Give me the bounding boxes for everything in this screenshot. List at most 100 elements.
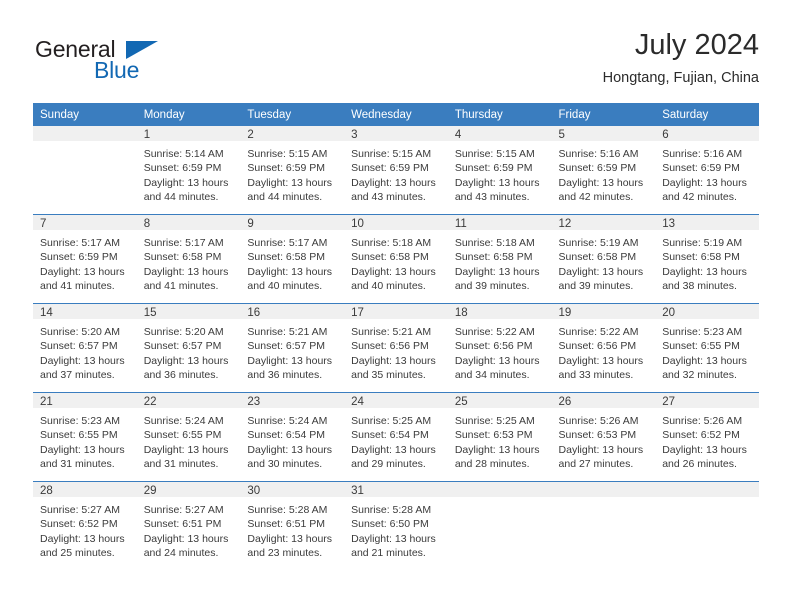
- calendar-day-cell[interactable]: 1 Sunrise: 5:14 AM Sunset: 6:59 PM Daylight…: [136, 126, 241, 215]
- day-details: Sunrise: 5:20 AM Sunset: 6:57 PM Daylight:…: [33, 319, 137, 383]
- day-detail-daylight-line1: Daylight: 13 hours: [351, 354, 436, 367]
- weekday-header-tuesday: Tuesday: [240, 103, 345, 126]
- day-details: Sunrise: 5:28 AM Sunset: 6:51 PM Daylight:…: [240, 497, 344, 561]
- page-header: General Blue July 2024 Hongtang, Fujian,…: [33, 28, 759, 94]
- day-detail-sunset: Sunset: 6:58 PM: [247, 251, 326, 264]
- calendar-day-cell[interactable]: 28 Sunrise: 5:27 AM Sunset: 6:52 PM Dayligh…: [33, 481, 137, 570]
- day-number: 31: [344, 482, 448, 497]
- calendar-day-cell[interactable]: 15 Sunrise: 5:20 AM Sunset: 6:57 PM Dayligh…: [136, 303, 241, 393]
- calendar-day-cell[interactable]: 19 Sunrise: 5:22 AM Sunset: 6:56 PM Dayligh…: [551, 303, 656, 393]
- day-cell-inner: 18 Sunrise: 5:22 AM Sunset: 6:56 PM Dayligh…: [447, 304, 552, 392]
- day-detail-sunset: Sunset: 6:57 PM: [40, 340, 118, 353]
- day-detail-daylight-line2: and 39 minutes.: [454, 280, 530, 293]
- day-detail-sunset: Sunset: 6:59 PM: [247, 162, 326, 175]
- day-detail-sunset: Sunset: 6:58 PM: [143, 251, 222, 264]
- weekday-header-wednesday: Wednesday: [344, 103, 448, 126]
- day-detail-sunrise: Sunrise: 5:26 AM: [662, 415, 743, 427]
- day-detail-daylight-line2: and 42 minutes.: [558, 191, 634, 204]
- day-details: Sunrise: 5:22 AM Sunset: 6:56 PM Daylight:…: [448, 319, 552, 383]
- day-details: Sunrise: 5:21 AM Sunset: 6:57 PM Daylight:…: [240, 319, 344, 383]
- calendar-day-cell[interactable]: 24 Sunrise: 5:25 AM Sunset: 6:54 PM Dayligh…: [344, 392, 448, 482]
- calendar-day-cell[interactable]: 18 Sunrise: 5:22 AM Sunset: 6:56 PM Dayligh…: [447, 303, 552, 393]
- calendar-day-cell[interactable]: 13 Sunrise: 5:19 AM Sunset: 6:58 PM Dayligh…: [655, 214, 759, 304]
- day-cell-inner: 31 Sunrise: 5:28 AM Sunset: 6:50 PM Dayligh…: [344, 482, 448, 570]
- calendar-day-cell[interactable]: 20 Sunrise: 5:23 AM Sunset: 6:55 PM Dayligh…: [655, 303, 759, 393]
- day-cell-inner: 16 Sunrise: 5:21 AM Sunset: 6:57 PM Dayligh…: [240, 304, 345, 392]
- day-cell-inner: [447, 482, 552, 570]
- calendar-day-cell[interactable]: 25 Sunrise: 5:25 AM Sunset: 6:53 PM Dayligh…: [447, 392, 552, 482]
- day-detail-sunrise: Sunrise: 5:22 AM: [558, 326, 639, 338]
- calendar-day-cell[interactable]: 3 Sunrise: 5:15 AM Sunset: 6:59 PM Daylight…: [344, 126, 448, 215]
- calendar-day-cell[interactable]: [551, 481, 656, 570]
- day-detail-daylight-line1: Daylight: 13 hours: [40, 532, 125, 545]
- day-detail-sunrise: Sunrise: 5:22 AM: [454, 326, 535, 338]
- calendar-day-cell[interactable]: 21 Sunrise: 5:23 AM Sunset: 6:55 PM Dayligh…: [33, 392, 137, 482]
- calendar-day-cell[interactable]: 14 Sunrise: 5:20 AM Sunset: 6:57 PM Dayligh…: [33, 303, 137, 393]
- calendar-day-cell[interactable]: 30 Sunrise: 5:28 AM Sunset: 6:51 PM Dayligh…: [240, 481, 345, 570]
- day-detail-sunset: Sunset: 6:58 PM: [454, 251, 533, 264]
- calendar-day-cell[interactable]: 4 Sunrise: 5:15 AM Sunset: 6:59 PM Daylight…: [447, 126, 552, 215]
- day-details: Sunrise: 5:21 AM Sunset: 6:56 PM Daylight:…: [344, 319, 448, 383]
- day-number: 14: [33, 304, 137, 319]
- day-detail-sunrise: Sunrise: 5:23 AM: [40, 415, 120, 427]
- day-detail-sunset: Sunset: 6:52 PM: [662, 429, 740, 442]
- calendar-day-cell[interactable]: 22 Sunrise: 5:24 AM Sunset: 6:55 PM Dayligh…: [136, 392, 241, 482]
- day-cell-inner: 25 Sunrise: 5:25 AM Sunset: 6:53 PM Dayligh…: [447, 393, 552, 481]
- day-detail-sunset: Sunset: 6:59 PM: [558, 162, 637, 175]
- day-detail-daylight-line2: and 32 minutes.: [662, 369, 737, 382]
- day-detail-sunrise: Sunrise: 5:17 AM: [143, 237, 224, 249]
- day-detail-sunrise: Sunrise: 5:28 AM: [351, 504, 432, 516]
- day-detail-daylight-line1: Daylight: 13 hours: [558, 176, 644, 189]
- calendar-day-cell[interactable]: 29 Sunrise: 5:27 AM Sunset: 6:51 PM Dayligh…: [136, 481, 241, 570]
- calendar-day-cell[interactable]: 10 Sunrise: 5:18 AM Sunset: 6:58 PM Dayligh…: [344, 214, 448, 304]
- day-cell-inner: [33, 126, 137, 214]
- calendar-day-cell[interactable]: 9 Sunrise: 5:17 AM Sunset: 6:58 PM Daylight…: [240, 214, 345, 304]
- calendar-week-row: 28 Sunrise: 5:27 AM Sunset: 6:52 PM Dayligh…: [33, 481, 759, 570]
- day-detail-daylight-line2: and 40 minutes.: [247, 280, 323, 293]
- calendar-day-cell[interactable]: 7 Sunrise: 5:17 AM Sunset: 6:59 PM Daylight…: [33, 214, 137, 304]
- calendar-day-cell[interactable]: 26 Sunrise: 5:26 AM Sunset: 6:53 PM Dayligh…: [551, 392, 656, 482]
- title-block: July 2024 Hongtang, Fujian, China: [603, 28, 759, 88]
- calendar-day-cell[interactable]: 23 Sunrise: 5:24 AM Sunset: 6:54 PM Dayligh…: [240, 392, 345, 482]
- day-detail-sunset: Sunset: 6:53 PM: [558, 429, 637, 442]
- day-detail-daylight-line2: and 38 minutes.: [662, 280, 737, 293]
- day-detail-sunset: Sunset: 6:59 PM: [454, 162, 533, 175]
- day-details: Sunrise: 5:24 AM Sunset: 6:54 PM Daylight:…: [240, 408, 344, 472]
- calendar-day-cell[interactable]: 5 Sunrise: 5:16 AM Sunset: 6:59 PM Daylight…: [551, 126, 656, 215]
- day-detail-daylight-line2: and 28 minutes.: [454, 458, 530, 471]
- calendar-day-cell[interactable]: 2 Sunrise: 5:15 AM Sunset: 6:59 PM Daylight…: [240, 126, 345, 215]
- day-detail-sunset: Sunset: 6:54 PM: [351, 429, 429, 442]
- day-cell-inner: 22 Sunrise: 5:24 AM Sunset: 6:55 PM Dayligh…: [136, 393, 241, 481]
- day-detail-daylight-line2: and 26 minutes.: [662, 458, 737, 471]
- day-detail-daylight-line1: Daylight: 13 hours: [143, 532, 229, 545]
- day-details: Sunrise: 5:15 AM Sunset: 6:59 PM Daylight:…: [344, 141, 448, 205]
- calendar-week-row: 1 Sunrise: 5:14 AM Sunset: 6:59 PM Daylight…: [33, 126, 759, 215]
- day-details: [655, 497, 759, 503]
- day-details: Sunrise: 5:16 AM Sunset: 6:59 PM Daylight:…: [655, 141, 759, 205]
- calendar-day-cell[interactable]: 6 Sunrise: 5:16 AM Sunset: 6:59 PM Daylight…: [655, 126, 759, 215]
- day-detail-sunset: Sunset: 6:55 PM: [662, 340, 740, 353]
- calendar-day-cell[interactable]: [447, 481, 552, 570]
- calendar-day-cell[interactable]: 8 Sunrise: 5:17 AM Sunset: 6:58 PM Daylight…: [136, 214, 241, 304]
- day-detail-daylight-line1: Daylight: 13 hours: [143, 176, 229, 189]
- day-details: Sunrise: 5:22 AM Sunset: 6:56 PM Daylight:…: [552, 319, 656, 383]
- day-detail-daylight-line1: Daylight: 13 hours: [40, 354, 125, 367]
- calendar-week-row: 7 Sunrise: 5:17 AM Sunset: 6:59 PM Daylight…: [33, 214, 759, 304]
- calendar-day-cell[interactable]: 27 Sunrise: 5:26 AM Sunset: 6:52 PM Dayligh…: [655, 392, 759, 482]
- calendar-day-cell[interactable]: [33, 126, 137, 215]
- calendar-day-cell[interactable]: 17 Sunrise: 5:21 AM Sunset: 6:56 PM Dayligh…: [344, 303, 448, 393]
- calendar-day-cell[interactable]: 12 Sunrise: 5:19 AM Sunset: 6:58 PM Dayligh…: [551, 214, 656, 304]
- day-details: Sunrise: 5:26 AM Sunset: 6:52 PM Daylight:…: [655, 408, 759, 472]
- calendar-day-cell[interactable]: 31 Sunrise: 5:28 AM Sunset: 6:50 PM Dayligh…: [344, 481, 448, 570]
- calendar-day-cell[interactable]: [655, 481, 759, 570]
- day-number: 21: [33, 393, 137, 408]
- day-cell-inner: 7 Sunrise: 5:17 AM Sunset: 6:59 PM Daylight…: [33, 215, 137, 303]
- day-number: 6: [655, 126, 759, 141]
- calendar-day-cell[interactable]: 11 Sunrise: 5:18 AM Sunset: 6:58 PM Dayligh…: [447, 214, 552, 304]
- day-detail-sunrise: Sunrise: 5:15 AM: [454, 148, 535, 160]
- day-number: 7: [33, 215, 137, 230]
- day-detail-sunset: Sunset: 6:53 PM: [454, 429, 533, 442]
- day-detail-sunrise: Sunrise: 5:25 AM: [454, 415, 535, 427]
- calendar-day-cell[interactable]: 16 Sunrise: 5:21 AM Sunset: 6:57 PM Dayligh…: [240, 303, 345, 393]
- general-blue-logo[interactable]: General Blue: [33, 36, 253, 92]
